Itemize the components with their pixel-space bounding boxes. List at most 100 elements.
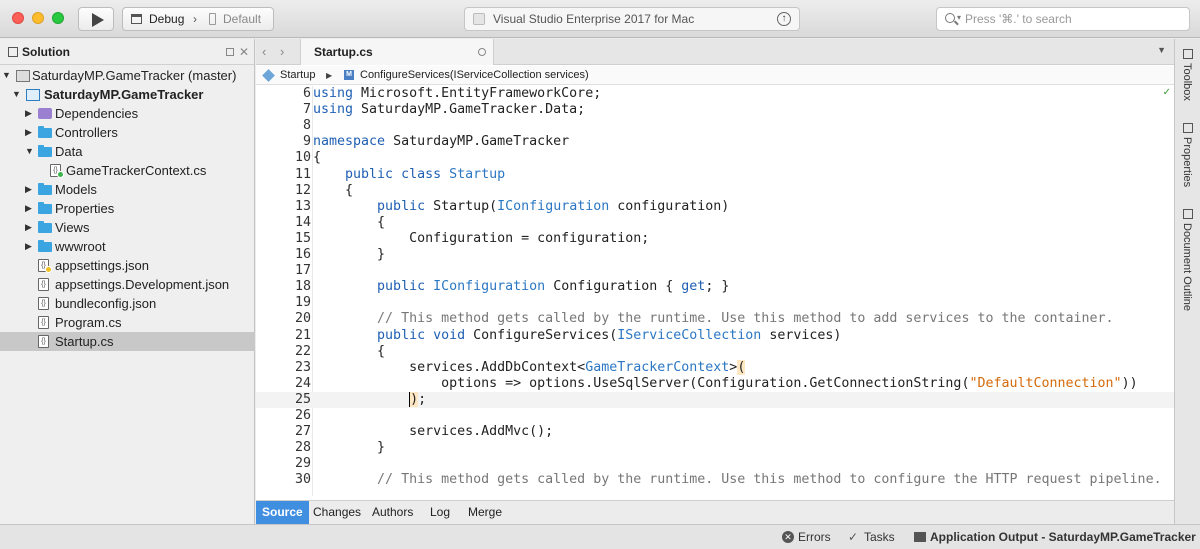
line-number: 15 — [294, 230, 311, 246]
tree-item[interactable]: {} bundleconfig.json — [0, 294, 255, 313]
path-class[interactable]: Startup — [280, 66, 315, 85]
tree-item-label: Startup.cs — [55, 334, 114, 349]
code-text: using Microsoft.EntityFrameworkCore; — [313, 86, 602, 101]
view-tab-source[interactable]: Source — [256, 501, 309, 524]
code-line[interactable]: 26 — [256, 408, 1174, 424]
tree-item[interactable]: {} Startup.cs — [0, 332, 255, 351]
configuration-label: Debug — [149, 12, 185, 26]
line-number: 17 — [294, 263, 311, 279]
code-line[interactable]: 18 public IConfiguration Configuration {… — [256, 279, 1174, 295]
search-input[interactable]: ▾ Press '⌘.' to search — [936, 7, 1190, 31]
tree-item[interactable]: ▼ SaturdayMP.GameTracker (master) — [0, 66, 255, 85]
tree-item[interactable]: ▶ Properties — [0, 199, 255, 218]
properties-pad-tab[interactable]: Properties — [1181, 137, 1193, 187]
code-text: { — [313, 150, 322, 166]
status-bar: ✕ Errors ✓ Tasks Application Output - Sa… — [0, 524, 1200, 549]
code-line[interactable]: 24 options => options.UseSqlServer(Confi… — [256, 376, 1174, 392]
code-line[interactable]: 19 — [256, 295, 1174, 311]
tree-item[interactable]: ▶ Dependencies — [0, 104, 255, 123]
disclosure-collapsed-icon[interactable]: ▶ — [25, 104, 32, 123]
current-code-line[interactable]: 25 ); — [256, 391, 1174, 408]
tab-list-dropdown-icon[interactable]: ▼ — [1157, 45, 1166, 55]
device-label[interactable]: Default — [223, 8, 261, 30]
code-line[interactable]: 12 { — [256, 183, 1174, 199]
code-line[interactable]: 21 public void ConfigureServices(IServic… — [256, 328, 1174, 344]
errors-label: Errors — [798, 530, 831, 544]
path-method[interactable]: ConfigureServices(IServiceCollection ser… — [360, 66, 589, 85]
code-line[interactable]: 27 services.AddMvc(); — [256, 424, 1174, 440]
tab-startup-cs[interactable]: Startup.cs — [300, 39, 494, 65]
status-display: Visual Studio Enterprise 2017 for Mac ↑ — [464, 7, 800, 31]
code-line[interactable]: 14 { — [256, 215, 1174, 231]
zoom-window-button[interactable] — [52, 12, 64, 24]
disclosure-expanded-icon[interactable]: ▼ — [25, 142, 34, 161]
update-icon[interactable]: ↑ — [777, 12, 791, 26]
tree-item-label: SaturdayMP.GameTracker — [44, 87, 204, 102]
navigate-forward-icon[interactable]: › — [280, 44, 284, 59]
disclosure-collapsed-icon[interactable]: ▶ — [25, 218, 32, 237]
run-button[interactable] — [78, 7, 114, 31]
disclosure-collapsed-icon[interactable]: ▶ — [25, 180, 32, 199]
code-line[interactable]: 16 } — [256, 247, 1174, 263]
document-tab-bar: ‹ › Startup.cs ▼ — [256, 39, 1174, 65]
view-tab-log[interactable]: Log — [424, 501, 456, 524]
output-icon — [914, 532, 926, 542]
line-number: 25 — [294, 391, 311, 407]
navigate-back-icon[interactable]: ‹ — [262, 44, 266, 59]
tree-item[interactable]: {} appsettings.json — [0, 256, 255, 275]
disclosure-collapsed-icon[interactable]: ▶ — [25, 199, 32, 218]
disclosure-expanded-icon[interactable]: ▼ — [2, 66, 11, 85]
code-line[interactable]: 20 // This method gets called by the run… — [256, 311, 1174, 327]
line-number: 20 — [294, 311, 311, 327]
minimize-pad-icon[interactable] — [226, 48, 234, 56]
document-outline-pad-tab[interactable]: Document Outline — [1181, 223, 1193, 311]
tree-item-label: Program.cs — [55, 315, 122, 330]
no-issues-check-icon: ✓ — [1162, 87, 1171, 98]
tree-item[interactable]: {} Program.cs — [0, 313, 255, 332]
folder-icon — [38, 145, 52, 157]
code-line[interactable]: 7 using SaturdayMP.GameTracker.Data; — [256, 102, 1174, 118]
json-file-icon: {} — [38, 278, 49, 291]
tree-item[interactable]: {} appsettings.Development.json — [0, 275, 255, 294]
view-tab-authors[interactable]: Authors — [366, 501, 419, 524]
tree-item[interactable]: ▶ Models — [0, 180, 255, 199]
code-line[interactable]: 22 { — [256, 344, 1174, 360]
window-toolbar: Debug › Default Visual Studio Enterprise… — [0, 0, 1200, 38]
tree-item[interactable]: ▶ Views — [0, 218, 255, 237]
tree-item[interactable]: {} GameTrackerContext.cs — [0, 161, 255, 180]
code-line[interactable]: 10{ — [256, 150, 1174, 166]
code-text: using SaturdayMP.GameTracker.Data; — [313, 102, 586, 118]
disclosure-collapsed-icon[interactable]: ▶ — [25, 123, 32, 142]
errors-icon: ✕ — [782, 531, 794, 543]
code-line[interactable]: 8 — [256, 118, 1174, 134]
tree-item[interactable]: ▶ Controllers — [0, 123, 255, 142]
chevron-right-icon: › — [193, 12, 197, 26]
toolbox-pad-tab[interactable]: Toolbox — [1181, 63, 1193, 101]
code-line[interactable]: 11 public class Startup — [256, 167, 1174, 183]
close-pad-icon[interactable]: ✕ — [239, 39, 249, 65]
code-line[interactable]: 6 using Microsoft.EntityFrameworkCore; — [256, 86, 1174, 102]
configuration-selector[interactable]: Debug › Default — [122, 7, 274, 31]
close-window-button[interactable] — [12, 12, 24, 24]
disclosure-expanded-icon[interactable]: ▼ — [12, 85, 21, 104]
code-line[interactable]: 28 } — [256, 440, 1174, 456]
tree-item[interactable]: ▼ SaturdayMP.GameTracker — [0, 85, 255, 104]
code-line[interactable]: 15 Configuration = configuration; — [256, 231, 1174, 247]
code-line[interactable]: 9 namespace SaturdayMP.GameTracker — [256, 134, 1174, 150]
code-line[interactable]: 29 — [256, 456, 1174, 472]
code-line[interactable]: 13 public Startup(IConfiguration configu… — [256, 199, 1174, 215]
code-area[interactable]: 6 using Microsoft.EntityFrameworkCore; 7 us… — [256, 86, 1174, 496]
tasks-label: Tasks — [864, 530, 895, 544]
view-tab-merge[interactable]: Merge — [462, 501, 508, 524]
view-tab-changes[interactable]: Changes — [307, 501, 367, 524]
code-line[interactable]: 23 services.AddDbContext<GameTrackerCont… — [256, 359, 1174, 376]
tree-item[interactable]: ▶ wwwroot — [0, 237, 255, 256]
close-tab-icon[interactable] — [478, 48, 486, 56]
code-line[interactable]: 17 — [256, 263, 1174, 279]
minimize-window-button[interactable] — [32, 12, 44, 24]
tree-item[interactable]: ▼ Data — [0, 142, 255, 161]
line-number: 6 — [302, 86, 311, 101]
disclosure-collapsed-icon[interactable]: ▶ — [25, 237, 32, 256]
tree-item-label: Properties — [55, 201, 115, 216]
code-line[interactable]: 30 // This method gets called by the run… — [256, 472, 1174, 488]
